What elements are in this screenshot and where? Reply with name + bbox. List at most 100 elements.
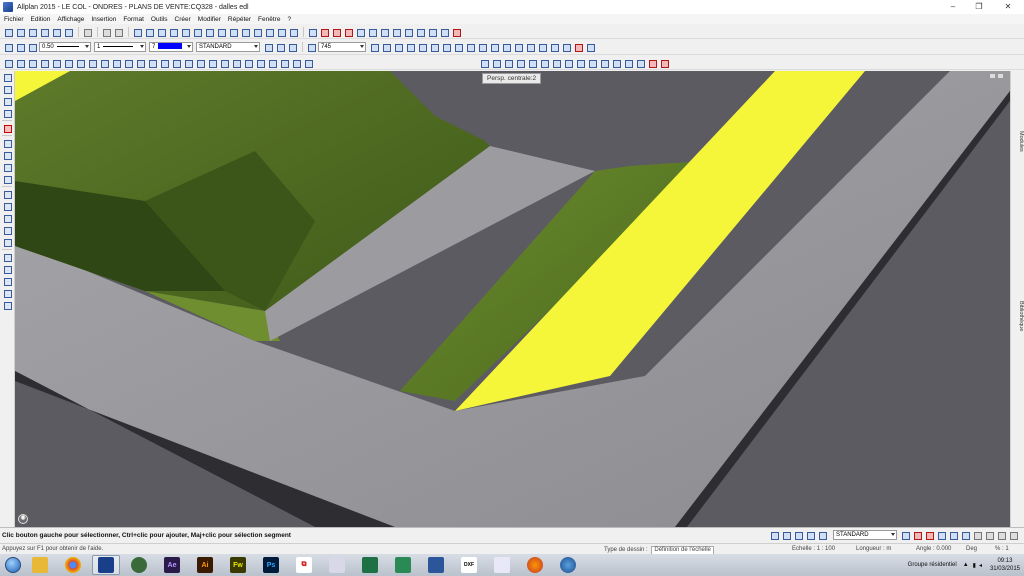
window-tool-icon[interactable] xyxy=(2,174,13,184)
angle-unit[interactable]: Deg xyxy=(966,546,977,552)
cut-icon[interactable] xyxy=(82,27,92,37)
help-icon[interactable] xyxy=(204,27,214,37)
ae-taskbar-icon[interactable]: Ae xyxy=(158,555,186,575)
tray-chevron-icon[interactable]: ▲ xyxy=(963,562,969,568)
select-tool-icon[interactable] xyxy=(2,300,13,310)
terrain-icon[interactable] xyxy=(537,42,547,52)
length[interactable]: Longueur : m xyxy=(856,546,891,552)
macro-icon[interactable] xyxy=(575,58,585,68)
color-select[interactable]: 7 xyxy=(149,42,193,52)
menu-fenetre[interactable]: Fenêtre xyxy=(258,16,280,23)
light-icon[interactable] xyxy=(207,58,217,68)
ps-taskbar-icon[interactable]: Ps xyxy=(257,555,285,575)
view-tool-icon[interactable] xyxy=(2,264,13,274)
section-plane-icon[interactable] xyxy=(303,58,313,68)
list-icon[interactable] xyxy=(623,58,633,68)
text-style-icon[interactable] xyxy=(405,42,415,52)
rotate-icon[interactable] xyxy=(367,27,377,37)
layer-visibility-icon[interactable] xyxy=(275,42,285,52)
open-files-icon[interactable] xyxy=(27,27,37,37)
smart-symbol-icon[interactable] xyxy=(563,58,573,68)
window-icon[interactable] xyxy=(228,27,238,37)
door-tool-icon[interactable] xyxy=(2,162,13,172)
window-layout-icon[interactable] xyxy=(972,530,982,540)
pen-thickness-select[interactable]: 0.50 xyxy=(39,42,91,52)
grid-icon[interactable] xyxy=(805,530,815,540)
excel-taskbar-icon[interactable] xyxy=(356,555,384,575)
render-icon[interactable] xyxy=(573,42,583,52)
slab-tool-icon[interactable] xyxy=(2,189,13,199)
tab-bibliotheque[interactable]: Bibliothèque xyxy=(1011,301,1024,331)
layer-status-icon[interactable] xyxy=(817,530,827,540)
view-icon[interactable] xyxy=(561,42,571,52)
fill-icon[interactable] xyxy=(381,42,391,52)
dimension-line-icon[interactable] xyxy=(515,58,525,68)
redo-icon[interactable] xyxy=(113,27,123,37)
format-properties-icon[interactable] xyxy=(3,42,13,52)
ortho-icon[interactable] xyxy=(781,530,791,540)
beam-icon[interactable] xyxy=(525,42,535,52)
line-tool-icon[interactable] xyxy=(2,72,13,82)
clipboard-icon[interactable] xyxy=(168,27,178,37)
navigator-icon[interactable] xyxy=(276,27,286,37)
trim-icon[interactable] xyxy=(427,27,437,37)
material-icon[interactable] xyxy=(936,530,946,540)
library-icon[interactable] xyxy=(288,27,298,37)
word-taskbar-icon[interactable] xyxy=(422,555,450,575)
viewport-layout-icon[interactable] xyxy=(996,530,1006,540)
report-icon[interactable] xyxy=(611,58,621,68)
zoom-window-icon[interactable] xyxy=(15,58,25,68)
menu-creer[interactable]: Créer xyxy=(175,16,191,23)
fw-taskbar-icon[interactable]: Fw xyxy=(224,555,252,575)
new-file-icon[interactable] xyxy=(3,27,13,37)
mirror-icon[interactable] xyxy=(379,27,389,37)
menu-edition[interactable]: Edition xyxy=(31,16,51,23)
explorer-taskbar-icon[interactable] xyxy=(26,555,54,575)
surface-settings-icon[interactable] xyxy=(219,58,229,68)
viewport-minimize-icon[interactable] xyxy=(989,73,996,79)
menu-affichage[interactable]: Affichage xyxy=(57,16,84,23)
redraw-icon[interactable] xyxy=(3,58,13,68)
scale[interactable]: Echelle : 1 : 100 xyxy=(792,546,835,552)
modify-icon[interactable] xyxy=(319,27,329,37)
hatching-icon[interactable] xyxy=(306,42,316,52)
undo-icon[interactable] xyxy=(101,27,111,37)
save-icon[interactable] xyxy=(39,27,49,37)
sketch-mode-icon[interactable] xyxy=(291,58,301,68)
plot-preview-icon[interactable] xyxy=(63,27,73,37)
hatch-tool-icon[interactable] xyxy=(2,108,13,118)
paint-taskbar-icon[interactable] xyxy=(488,555,516,575)
print-icon[interactable] xyxy=(51,27,61,37)
allplan-app-icon[interactable] xyxy=(3,2,13,12)
dxf-taskbar-icon[interactable]: DXF xyxy=(455,555,483,575)
iso-view-4-icon[interactable] xyxy=(135,58,145,68)
allplan-taskbar-icon[interactable] xyxy=(92,555,120,575)
menu-fichier[interactable]: Fichier xyxy=(4,16,24,23)
label-icon[interactable] xyxy=(503,58,513,68)
menu-format[interactable]: Format xyxy=(123,16,144,23)
iso-view-3-icon[interactable] xyxy=(123,58,133,68)
join-icon[interactable] xyxy=(439,27,449,37)
delete-icon[interactable] xyxy=(451,27,461,37)
plan-view-icon[interactable] xyxy=(39,58,49,68)
opening-icon[interactable] xyxy=(453,42,463,52)
menu-insertion[interactable]: Insertion xyxy=(91,16,116,23)
lighting-icon[interactable] xyxy=(585,42,595,52)
layer-select[interactable]: STANDARD xyxy=(196,42,260,52)
slab-icon[interactable] xyxy=(465,42,475,52)
element-info-icon[interactable] xyxy=(369,42,379,52)
tab-modules[interactable]: Modules xyxy=(1011,131,1024,152)
offset-icon[interactable] xyxy=(415,27,425,37)
render-status-icon[interactable] xyxy=(912,530,922,540)
zoom-all-icon[interactable] xyxy=(27,58,37,68)
assistant-icon[interactable] xyxy=(240,27,250,37)
stair-view-icon[interactable] xyxy=(599,58,609,68)
terrain-tool-icon[interactable] xyxy=(2,237,13,247)
shading-icon[interactable] xyxy=(243,58,253,68)
color-status-icon[interactable] xyxy=(960,530,970,540)
hidden-line-icon[interactable] xyxy=(171,58,181,68)
front-view-icon[interactable] xyxy=(51,58,61,68)
fixture-icon[interactable] xyxy=(587,58,597,68)
point-snap-icon[interactable] xyxy=(343,27,353,37)
split-view-icon[interactable] xyxy=(984,530,994,540)
